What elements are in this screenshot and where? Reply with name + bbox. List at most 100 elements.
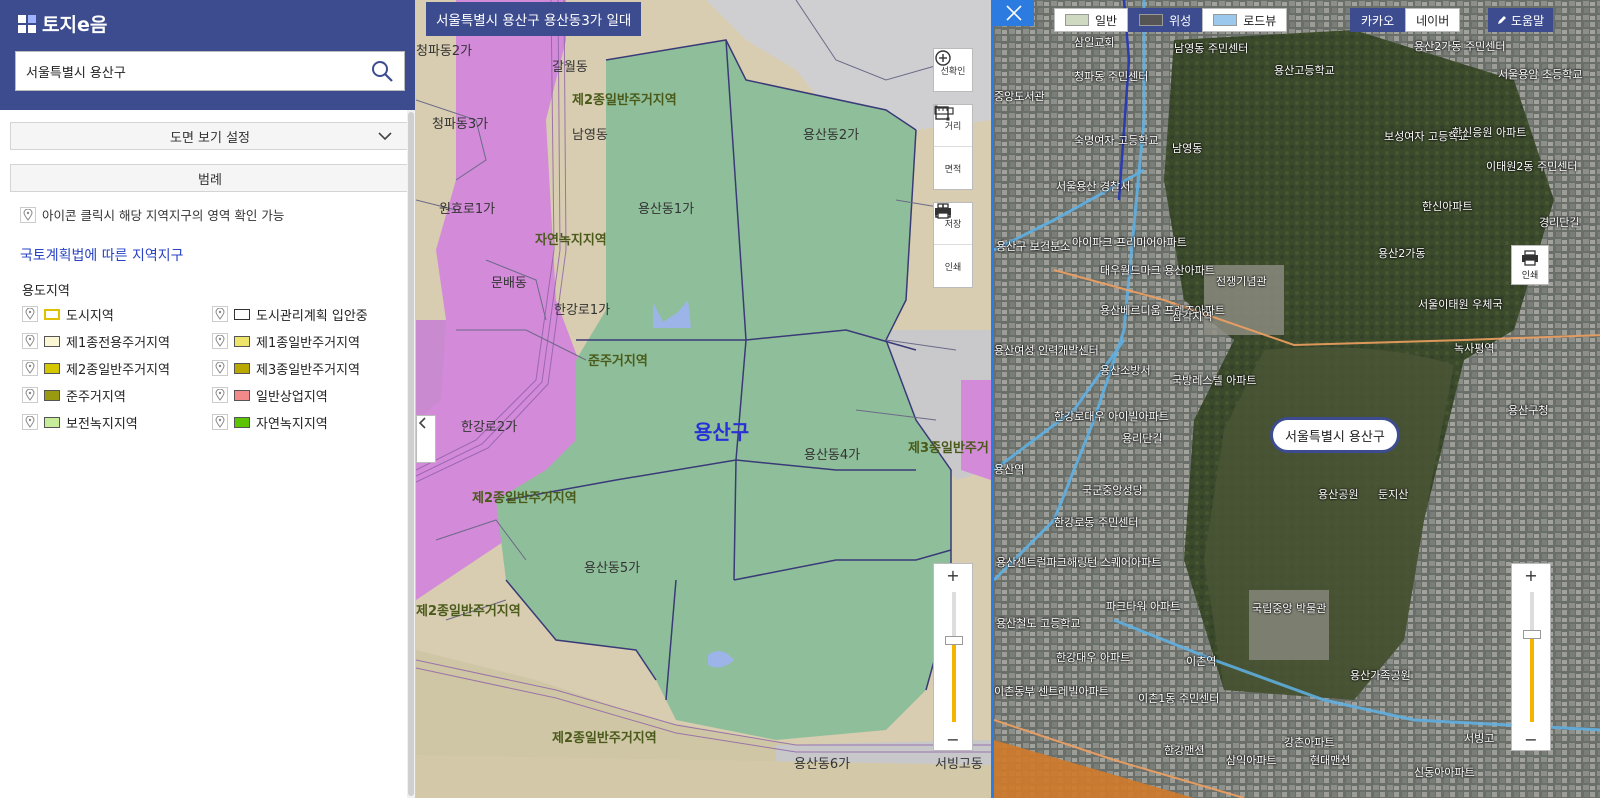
legend-item[interactable]: 준주거지역	[22, 386, 212, 405]
poi-label: 숙명여자 고등학교	[1074, 134, 1159, 147]
legend-swatch	[44, 308, 60, 320]
legend-item-label: 제1종전용주거지역	[66, 335, 170, 351]
legend-item[interactable]: 도시지역	[22, 305, 212, 324]
zoom-out-button[interactable]: −	[934, 728, 972, 750]
legend-item-label: 제2종일반주거지역	[66, 362, 170, 378]
satellite-print-button[interactable]: 인쇄	[1511, 245, 1549, 285]
pin-icon[interactable]	[22, 414, 38, 430]
satellite-map-canvas	[994, 0, 1600, 798]
poi-label: 용산구 보건분소	[996, 240, 1071, 253]
scrollbar-thumb[interactable]	[408, 112, 414, 796]
pin-icon[interactable]	[212, 387, 228, 403]
zoning-map[interactable]: 서울특별시 용산구 용산동3가 일대 청파동2가 갈월동 제2종일반주거지역 청파동3…	[416, 0, 991, 798]
map-type-label: 위성	[1169, 13, 1192, 28]
pin-icon[interactable]	[212, 333, 228, 349]
poi-label: 용리단길	[1122, 432, 1163, 445]
legend-swatch	[44, 389, 60, 401]
poi-label: 이촌1동 주민센터	[1138, 692, 1220, 705]
provider-kakao[interactable]: 카카오	[1350, 8, 1406, 32]
legend-item[interactable]: 자연녹지지역	[212, 413, 402, 432]
legend-swatch	[234, 389, 250, 401]
zoom-control-right: + −	[1511, 563, 1551, 751]
zoom-out-button[interactable]: −	[1512, 728, 1550, 750]
zoom-in-button[interactable]: +	[934, 564, 972, 586]
poi-label: 현대맨션	[1310, 754, 1351, 767]
search-input[interactable]	[16, 52, 360, 90]
pin-icon[interactable]	[22, 387, 38, 403]
legend-item-label: 제1종일반주거지역	[256, 335, 360, 351]
collapse-panel-button[interactable]	[416, 415, 436, 463]
area-tool[interactable]: 면적	[934, 105, 972, 189]
poi-label: 국방레스텔 아파트	[1172, 374, 1257, 387]
legend-item-label: 보전녹지지역	[66, 416, 138, 432]
view-settings-toggle[interactable]: 도면 보기 설정	[10, 122, 410, 150]
legend-item[interactable]: 제1종일반주거지역	[212, 332, 402, 351]
legend-swatch	[44, 416, 60, 428]
tool-group-measure: 거리 면적	[933, 104, 973, 190]
area-label: 원효로1가	[439, 202, 496, 217]
legend-button[interactable]: 범례	[10, 164, 410, 192]
satellite-map[interactable]: 일반 위성 로드뷰 카카오 네이버 도움말 삼일교회 남영동 주민센터 용산고등학교…	[991, 0, 1600, 798]
select-check-tool[interactable]: 선확인	[934, 49, 972, 91]
search-icon	[372, 61, 393, 82]
legend-item[interactable]: 일반상업지역	[212, 386, 402, 405]
poi-label: 강촌아파트	[1284, 736, 1335, 749]
poi-label: 아이파크 프리미어아파트	[1072, 236, 1187, 249]
print-tool[interactable]: 인쇄	[934, 203, 972, 287]
close-icon	[1006, 5, 1022, 21]
poi-label: 경리단길	[1539, 216, 1580, 229]
zone-label: 제2종일반주거지역	[416, 604, 521, 619]
poi-label: 서울용암 초등학교	[1498, 68, 1583, 81]
legend-swatch	[44, 362, 60, 374]
legend-item[interactable]: 보전녹지지역	[22, 413, 212, 432]
pin-icon[interactable]	[212, 306, 228, 322]
legend-item[interactable]: 제2종일반주거지역	[22, 359, 212, 378]
pin-icon[interactable]	[22, 333, 38, 349]
app-logo[interactable]: 토지e음	[18, 10, 107, 37]
pin-icon[interactable]	[212, 414, 228, 430]
map-type-roadview[interactable]: 로드뷰	[1202, 8, 1288, 32]
poi-label: 한강로대우 아이빌아파트	[1054, 410, 1169, 423]
legend-item[interactable]: 도시관리계획 입안중	[212, 305, 402, 324]
poi-label: 한신응원 아파트	[1452, 126, 1527, 139]
provider-bar: 카카오 네이버	[1350, 8, 1461, 32]
zoom-handle[interactable]	[945, 636, 963, 645]
poi-label: 신동아아파트	[1414, 766, 1475, 779]
pin-icon[interactable]	[22, 360, 38, 376]
zone-label: 자연녹지지역	[535, 233, 607, 248]
poi-label: 서빙고	[1464, 732, 1495, 745]
legend-item[interactable]: 제3종일반주거지역	[212, 359, 402, 378]
map-type-normal[interactable]: 일반	[1054, 8, 1129, 32]
poi-label: 삼각지역	[1172, 310, 1213, 323]
search-button[interactable]	[360, 52, 404, 90]
map-type-satellite[interactable]: 위성	[1128, 8, 1203, 32]
poi-label: 서울용산 경찰서	[1056, 180, 1131, 193]
zoom-in-button[interactable]: +	[1512, 564, 1550, 586]
provider-naver[interactable]: 네이버	[1405, 8, 1461, 32]
close-split-button[interactable]	[994, 0, 1034, 26]
pin-icon[interactable]	[22, 306, 38, 322]
help-button[interactable]: 도움말	[1488, 8, 1554, 32]
roadview-thumb-icon	[1213, 14, 1238, 26]
poi-label: 용산2가동 주민센터	[1414, 40, 1506, 53]
zoom-control-left: + −	[933, 563, 973, 751]
section-title: 국토계획법에 따른 지역지구	[20, 248, 184, 264]
map-thumb-icon	[1065, 14, 1089, 26]
poi-label: 전쟁기념관	[1216, 275, 1267, 288]
zoom-handle[interactable]	[1523, 630, 1541, 639]
poi-label: 청파동 주민센터	[1074, 70, 1149, 83]
poi-label: 용산구청	[1508, 404, 1549, 417]
poi-label: 녹사평역	[1454, 342, 1495, 355]
map-type-label: 로드뷰	[1243, 13, 1277, 28]
poi-label: 용산소방서	[1100, 364, 1151, 377]
legend-item[interactable]: 제1종전용주거지역	[22, 332, 212, 351]
logo-text: 토지e음	[42, 14, 108, 36]
legend-swatch	[234, 335, 250, 347]
poi-label: 한강대우 아파트	[1056, 651, 1131, 664]
location-callout: 서울특별시 용산구	[1270, 417, 1400, 453]
poi-label: 용산철도 고등학교	[996, 617, 1081, 630]
legend-item-label: 일반상업지역	[256, 389, 328, 405]
legend-item-label: 도시지역	[66, 308, 114, 324]
poi-label: 이촌동부 센트레빌아파트	[994, 685, 1109, 698]
pin-icon[interactable]	[212, 360, 228, 376]
